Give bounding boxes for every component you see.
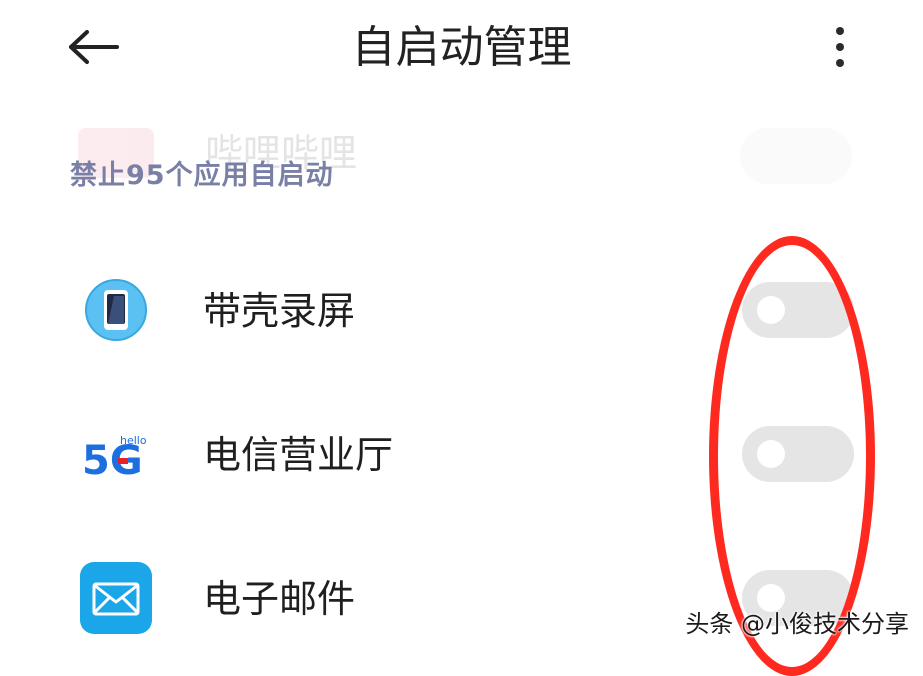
app-name: 电子邮件 (203, 577, 356, 621)
5g-hello-icon: 5G hello (80, 418, 152, 490)
list-item: 5G hello 电信营业厅 (0, 392, 923, 502)
mail-icon (80, 562, 152, 634)
svg-text:hello: hello (120, 434, 147, 447)
header-bar: 自启动管理 (0, 0, 923, 100)
more-vert-icon (836, 27, 844, 67)
app-name: 电信营业厅 (203, 433, 394, 477)
toggle-knob (757, 440, 785, 468)
section-label: 禁止95个应用自启动 (70, 160, 334, 191)
app-name: 带壳录屏 (203, 289, 356, 333)
autostart-toggle[interactable] (742, 282, 854, 338)
watermark-text: 头条 @小俊技术分享 (685, 610, 909, 638)
faded-toggle (740, 128, 852, 184)
page-title: 自启动管理 (351, 22, 572, 73)
list-item: 带壳录屏 (0, 248, 923, 358)
more-options-button[interactable] (818, 22, 862, 72)
toggle-knob (757, 296, 785, 324)
phone-screen-recorder-icon (80, 274, 152, 346)
autostart-toggle[interactable] (742, 426, 854, 482)
toggle-knob (757, 584, 785, 612)
